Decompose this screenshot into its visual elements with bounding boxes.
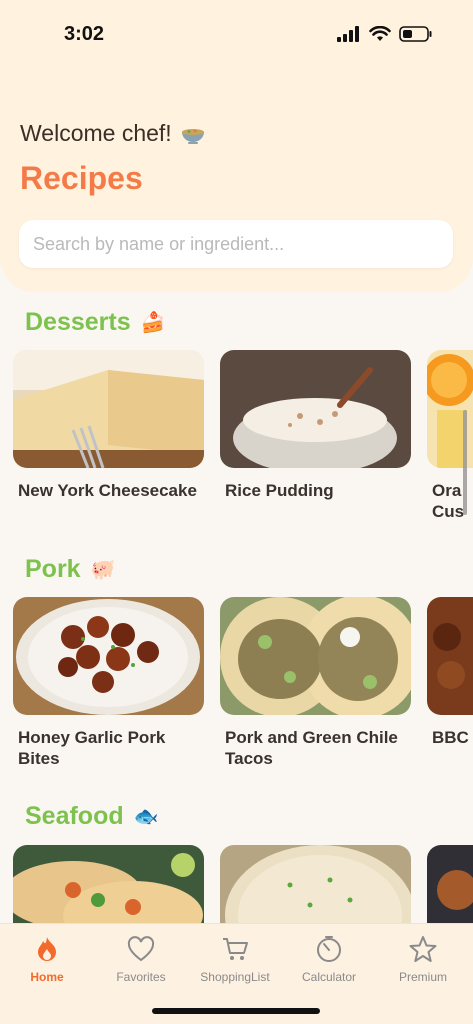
recipe-row-seafood bbox=[13, 845, 473, 923]
recipe-card[interactable]: New York Cheesecake bbox=[13, 350, 204, 501]
home-indicator bbox=[152, 1008, 320, 1014]
recipe-name: Pork and Green Chile Tacos bbox=[225, 728, 398, 768]
scroll-indicator[interactable] bbox=[463, 410, 467, 515]
welcome-text: Welcome chef! bbox=[20, 120, 206, 147]
status-icons bbox=[337, 26, 433, 42]
recipe-card[interactable]: Pork and Green Chile Tacos bbox=[220, 597, 411, 769]
cart-icon bbox=[223, 938, 248, 960]
recipe-image bbox=[427, 597, 473, 715]
search-input[interactable] bbox=[19, 220, 453, 268]
recipe-image bbox=[13, 597, 204, 715]
tab-favorites[interactable]: Favorites bbox=[94, 934, 188, 984]
recipe-card[interactable] bbox=[13, 845, 204, 923]
recipe-row-pork: Honey Garlic Pork Bites Pork and Green C… bbox=[13, 597, 473, 777]
battery-icon bbox=[399, 26, 432, 42]
recipe-card[interactable]: BBC bbox=[427, 597, 473, 748]
welcome-label: Welcome chef! bbox=[20, 120, 172, 146]
timer-icon bbox=[317, 936, 341, 962]
pig-icon: 🐖 bbox=[90, 559, 116, 581]
tab-label: Calculator bbox=[301, 970, 357, 984]
section-title-desserts: Desserts 🍰 bbox=[25, 308, 166, 337]
recipe-image bbox=[220, 845, 411, 923]
fish-icon: 🐟 bbox=[133, 806, 159, 828]
status-time: 3:02 bbox=[64, 23, 105, 45]
section-title-pork: Pork 🐖 bbox=[25, 555, 116, 584]
recipe-image bbox=[220, 350, 411, 468]
recipe-image bbox=[220, 597, 411, 715]
recipe-row-desserts: New York Cheesecake Rice Pudding Ora Cus bbox=[13, 350, 473, 530]
tab-home[interactable]: Home bbox=[0, 934, 94, 984]
section-title-label: Seafood bbox=[25, 802, 124, 830]
section-title-label: Pork bbox=[25, 555, 81, 583]
tab-calculator[interactable]: Calculator bbox=[282, 934, 376, 984]
page-title: Recipes bbox=[20, 160, 143, 196]
tab-premium[interactable]: Premium bbox=[376, 934, 470, 984]
tab-label: Premium bbox=[398, 970, 447, 984]
section-title-seafood: Seafood 🐟 bbox=[25, 802, 159, 831]
recipe-name: New York Cheesecake bbox=[18, 481, 197, 500]
recipe-card[interactable] bbox=[427, 845, 473, 923]
cake-icon: 🍰 bbox=[140, 312, 166, 334]
status-bar: 3:02 bbox=[0, 0, 473, 70]
section-title-label: Desserts bbox=[25, 308, 131, 336]
recipe-image bbox=[427, 845, 473, 923]
recipe-card[interactable]: Rice Pudding bbox=[220, 350, 411, 501]
tab-label: Home bbox=[30, 970, 64, 984]
recipe-card[interactable] bbox=[220, 845, 411, 923]
flame-icon bbox=[38, 937, 56, 961]
wifi-icon bbox=[369, 26, 391, 41]
recipe-image bbox=[13, 845, 204, 923]
tab-shopping-list[interactable]: ShoppingList bbox=[188, 934, 282, 984]
recipe-image bbox=[13, 350, 204, 468]
recipe-name: Honey Garlic Pork Bites bbox=[18, 728, 166, 768]
tab-label: Favorites bbox=[116, 970, 166, 984]
recipe-card[interactable]: Honey Garlic Pork Bites bbox=[13, 597, 204, 769]
star-icon bbox=[409, 936, 437, 962]
heart-icon bbox=[127, 936, 155, 962]
signal-icon bbox=[337, 26, 359, 42]
tab-label: ShoppingList bbox=[200, 970, 270, 984]
soup-bowl-icon bbox=[181, 128, 204, 144]
header-panel: 3:02 Welcome chef! Recipes Search by nam… bbox=[0, 0, 473, 292]
recipe-name: BBC bbox=[432, 728, 469, 747]
recipe-name: Rice Pudding bbox=[225, 481, 334, 500]
